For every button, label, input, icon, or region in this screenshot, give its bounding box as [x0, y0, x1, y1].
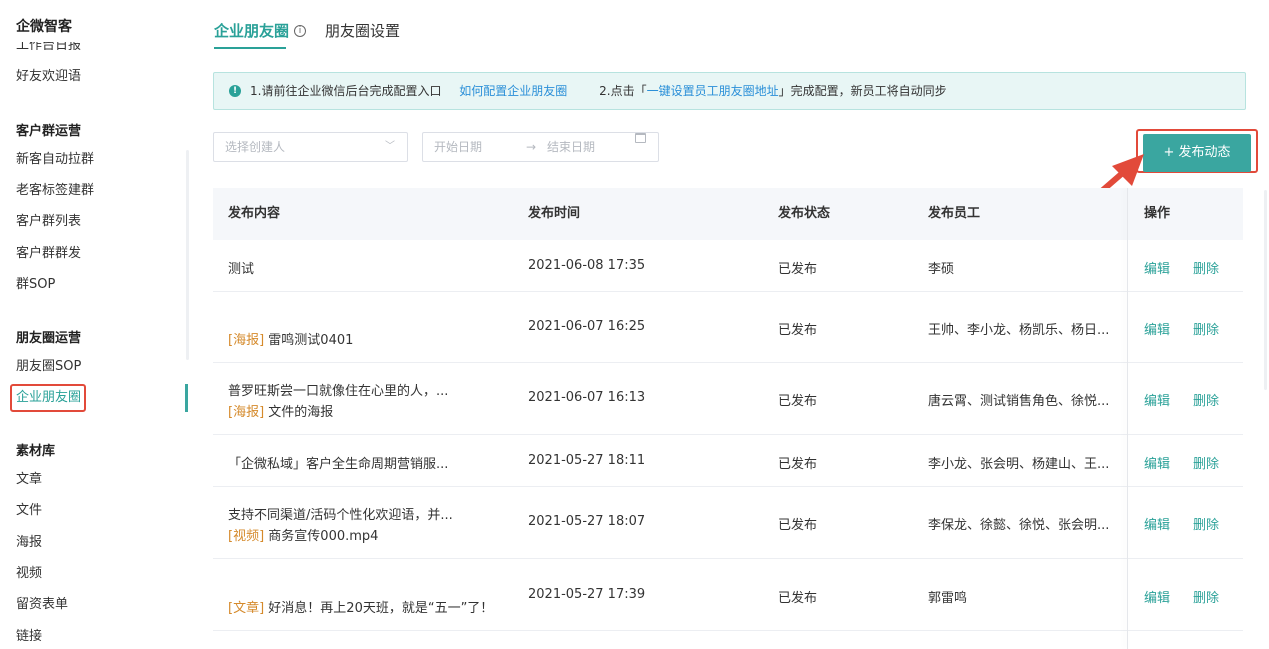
main-content: 企业朋友圈 i 朋友圈设置 ! 1.请前往企业微信后台完成配置入口 如何配置企业… — [190, 0, 1269, 649]
publish-status: 已发布 — [778, 262, 818, 277]
delete-button[interactable]: 删除 — [1193, 258, 1219, 277]
content-attachment: [视频] 商务宣传000.mp4 — [228, 529, 379, 544]
publish-status: 已发布 — [778, 323, 818, 338]
publish-staff: 李硕 — [928, 262, 955, 277]
content-attachment: [海报] 雷鸣测试0401 — [228, 333, 354, 348]
publish-moment-button[interactable]: + 发布动态 — [1143, 134, 1251, 172]
tab-moments-settings[interactable]: 朋友圈设置 — [325, 20, 400, 41]
notice-text: 1.请前往企业微信后台完成配置入口 — [250, 84, 442, 98]
sidebar-item-cut[interactable]: 工作台日报 — [16, 42, 96, 50]
info-icon[interactable]: i — [294, 25, 306, 37]
sidebar-item-group-sop[interactable]: 群SOP — [16, 276, 55, 294]
sidebar-item-poster[interactable]: 海报 — [16, 534, 42, 552]
content-title: 支持不同渠道/活码个性化欢迎语，并... — [228, 508, 453, 523]
notice-banner: ! 1.请前往企业微信后台完成配置入口 如何配置企业朋友圈 2.点击「一键设置员… — [213, 72, 1246, 110]
publish-time: 2021-06-08 17:35 — [528, 258, 646, 273]
publish-staff: 郭雷鸣 — [928, 591, 968, 606]
creator-placeholder: 选择创建人 — [225, 140, 286, 154]
sidebar-item-file[interactable]: 文件 — [16, 502, 42, 520]
publish-staff: 李小龙、张会明、杨建山、王... — [928, 457, 1110, 472]
notice-text: 」完成配置，新员工将自动同步 — [778, 84, 947, 98]
delete-button[interactable]: 删除 — [1193, 319, 1219, 338]
notice-link-setup[interactable]: 一键设置员工朋友圈地址 — [647, 84, 779, 98]
sidebar: 企微智客 工作台日报 好友欢迎语 客户群运营 新客自动拉群 老客标签建群 客户群… — [0, 0, 190, 649]
publish-time: 2021-06-07 16:13 — [528, 390, 646, 405]
tab-enterprise-moments[interactable]: 企业朋友圈 — [214, 20, 289, 41]
publish-status: 已发布 — [778, 591, 818, 606]
sidebar-item-group-broadcast[interactable]: 客户群群发 — [16, 245, 81, 263]
sidebar-item-welcome[interactable]: 好友欢迎语 — [16, 68, 81, 86]
publish-time: 2021-06-07 16:25 — [528, 319, 646, 334]
content-title: 普罗旺斯尝一口就像住在心里的人，... — [228, 384, 449, 399]
start-date-input[interactable]: 开始日期 — [434, 133, 482, 161]
publish-staff: 唐云霄、测试销售角色、徐悦... — [928, 394, 1110, 409]
active-indicator — [185, 384, 188, 412]
content-title: 测试 — [228, 262, 255, 277]
content-attachment: [海报] 文件的海报 — [228, 405, 334, 420]
tab-underline — [214, 47, 286, 49]
edit-button[interactable]: 编辑 — [1144, 453, 1170, 472]
publish-time: 2021-05-27 18:11 — [528, 453, 646, 468]
sidebar-item-tag-group[interactable]: 老客标签建群 — [16, 182, 94, 200]
sidebar-scrollbar[interactable] — [186, 150, 189, 360]
sidebar-item-article[interactable]: 文章 — [16, 471, 42, 489]
date-range-picker[interactable]: 开始日期 → 结束日期 — [422, 132, 659, 162]
edit-button[interactable]: 编辑 — [1144, 390, 1170, 409]
sidebar-group-title: 客户群运营 — [16, 124, 82, 139]
col-staff: 发布员工 — [928, 206, 981, 221]
content-title: 「企微私域」客户全生命周期营销服... — [228, 457, 449, 472]
sidebar-item-group-list[interactable]: 客户群列表 — [16, 213, 81, 231]
publish-time: 2021-05-27 18:07 — [528, 514, 646, 529]
edit-button[interactable]: 编辑 — [1144, 258, 1170, 277]
publish-status: 已发布 — [778, 394, 818, 409]
table-header: 发布内容 发布时间 发布状态 发布员工 操作 — [213, 188, 1243, 240]
end-date-input[interactable]: 结束日期 — [547, 133, 595, 161]
sidebar-item-enterprise-moments[interactable]: 企业朋友圈 — [16, 389, 81, 407]
notice-text: 2.点击「 — [599, 84, 647, 98]
fixed-column-divider — [1127, 188, 1128, 649]
edit-button[interactable]: 编辑 — [1144, 587, 1170, 606]
sidebar-item-form[interactable]: 留资表单 — [16, 596, 68, 614]
range-arrow-icon: → — [526, 140, 537, 154]
sidebar-item-moments-sop[interactable]: 朋友圈SOP — [16, 358, 81, 376]
sidebar-item-new-customer-group[interactable]: 新客自动拉群 — [16, 151, 94, 169]
table-row: 支持不同渠道/活码个性化欢迎语，并... [视频] 商务宣传000.mp4 20… — [213, 487, 1243, 559]
content-attachment: [文章] 好消息！再上20天班，就是“五一”了！ — [228, 601, 494, 616]
sidebar-group-title: 朋友圈运营 — [16, 331, 82, 346]
brand-title: 企微智客 — [16, 19, 72, 35]
info-circle-icon: ! — [229, 85, 241, 97]
col-actions: 操作 — [1144, 206, 1171, 221]
sidebar-item-video[interactable]: 视频 — [16, 565, 42, 583]
col-time: 发布时间 — [528, 206, 581, 221]
col-content: 发布内容 — [228, 206, 281, 221]
edit-button[interactable]: 编辑 — [1144, 514, 1170, 533]
table-row: [海报] 雷鸣测试0401 2021-06-07 16:25 已发布 王帅、李小… — [213, 292, 1243, 363]
table-row: [文章] 好消息！再上20天班，就是“五一”了！ 2021-05-27 17:3… — [213, 559, 1243, 631]
table-row: 普罗旺斯尝一口就像住在心里的人，... [海报] 文件的海报 2021-06-0… — [213, 363, 1243, 435]
creator-select[interactable]: 选择创建人 ﹀ — [213, 132, 408, 162]
sidebar-item-link[interactable]: 链接 — [16, 628, 42, 646]
delete-button[interactable]: 删除 — [1193, 390, 1219, 409]
col-status: 发布状态 — [778, 206, 831, 221]
publish-staff: 李保龙、徐懿、徐悦、张会明... — [928, 518, 1110, 533]
table-scrollbar[interactable] — [1264, 190, 1267, 390]
delete-button[interactable]: 删除 — [1193, 514, 1219, 533]
chevron-down-icon: ﹀ — [385, 141, 395, 152]
table-row: 测试 2021-06-08 17:35 已发布 李硕 编辑 删除 — [213, 240, 1243, 292]
table-row: 「企微私域」客户全生命周期营销服... 2021-05-27 18:11 已发布… — [213, 435, 1243, 487]
edit-button[interactable]: 编辑 — [1144, 319, 1170, 338]
delete-button[interactable]: 删除 — [1193, 453, 1219, 472]
calendar-icon — [635, 133, 646, 143]
publish-time: 2021-05-27 17:39 — [528, 587, 646, 602]
delete-button[interactable]: 删除 — [1193, 587, 1219, 606]
sidebar-group-title: 素材库 — [16, 444, 56, 459]
notice-link-config[interactable]: 如何配置企业朋友圈 — [459, 84, 567, 98]
publish-status: 已发布 — [778, 457, 818, 472]
publish-status: 已发布 — [778, 518, 818, 533]
publish-staff: 王帅、李小龙、杨凯乐、杨日... — [928, 323, 1110, 338]
